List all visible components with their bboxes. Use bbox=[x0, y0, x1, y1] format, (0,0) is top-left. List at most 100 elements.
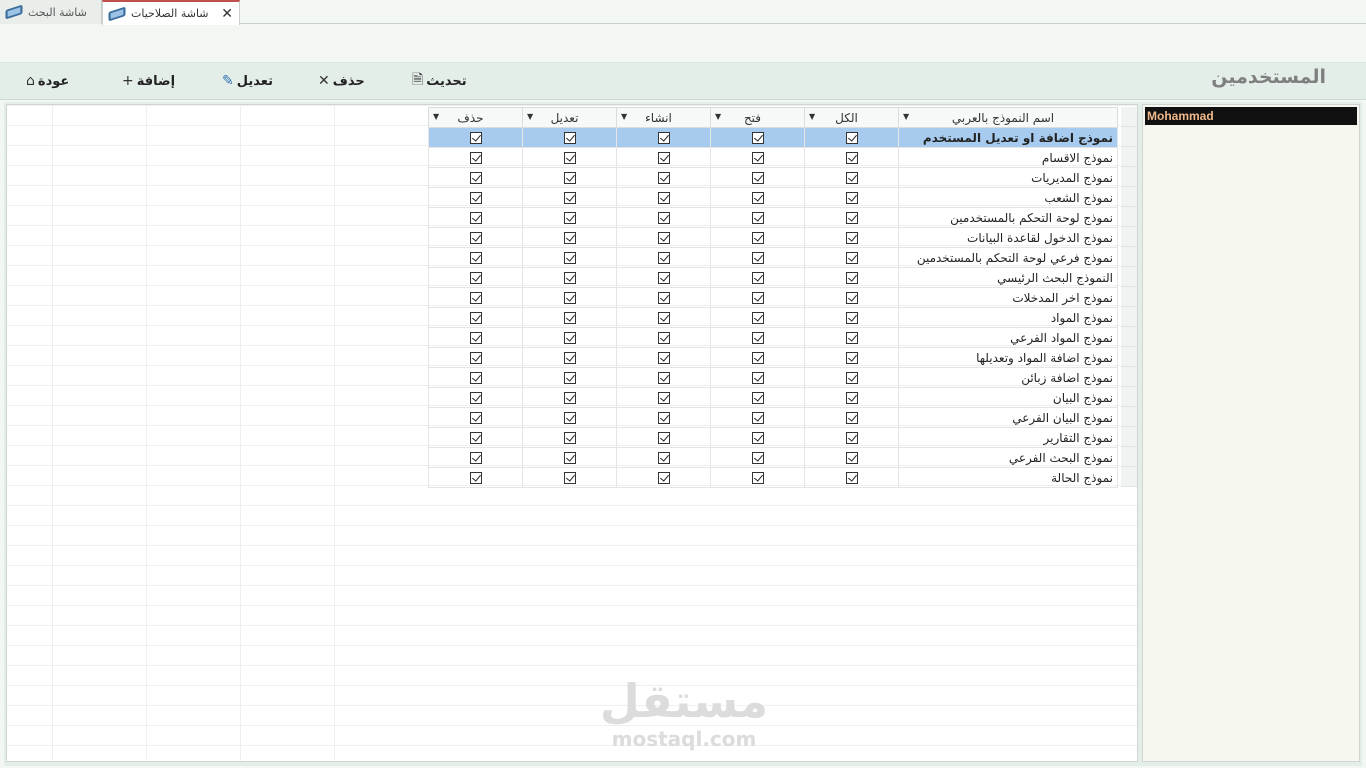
checkbox-delete[interactable] bbox=[469, 392, 482, 404]
checkbox-all[interactable] bbox=[845, 232, 858, 244]
checkbox-all[interactable] bbox=[845, 432, 858, 444]
table-row[interactable]: نموذج المديريات bbox=[428, 167, 1118, 188]
checkbox-open[interactable] bbox=[751, 152, 764, 164]
checkbox-open[interactable] bbox=[751, 312, 764, 324]
tab-permissions-screen[interactable]: شاشة الصلاحيات ✕ bbox=[102, 0, 240, 25]
checkbox-delete[interactable] bbox=[469, 212, 482, 224]
dropdown-arrow-icon[interactable]: ▼ bbox=[527, 112, 533, 121]
record-selector[interactable] bbox=[1121, 167, 1137, 187]
checkbox-open[interactable] bbox=[751, 132, 764, 144]
checkbox-all[interactable] bbox=[845, 192, 858, 204]
record-selector[interactable] bbox=[1121, 227, 1137, 247]
table-row[interactable]: نموذج لوحة التحكم بالمستخدمين bbox=[428, 207, 1118, 228]
checkbox-all[interactable] bbox=[845, 452, 858, 464]
checkbox-all[interactable] bbox=[845, 272, 858, 284]
tab-search-screen[interactable]: شاشة البحث bbox=[0, 0, 102, 24]
checkbox-create[interactable] bbox=[657, 452, 670, 464]
checkbox-all[interactable] bbox=[845, 392, 858, 404]
table-row[interactable]: نموذج البيان الفرعي bbox=[428, 407, 1118, 428]
record-selector[interactable] bbox=[1121, 387, 1137, 407]
record-selector[interactable] bbox=[1121, 287, 1137, 307]
checkbox-delete[interactable] bbox=[469, 232, 482, 244]
checkbox-open[interactable] bbox=[751, 372, 764, 384]
checkbox-all[interactable] bbox=[845, 152, 858, 164]
checkbox-create[interactable] bbox=[657, 432, 670, 444]
checkbox-all[interactable] bbox=[845, 472, 858, 484]
checkbox-delete[interactable] bbox=[469, 472, 482, 484]
record-selector[interactable] bbox=[1121, 307, 1137, 327]
delete-button[interactable]: ✕ حذف bbox=[318, 70, 365, 92]
checkbox-all[interactable] bbox=[845, 312, 858, 324]
column-header-edit[interactable]: ▼ تعديل bbox=[522, 107, 617, 128]
checkbox-edit[interactable] bbox=[563, 412, 576, 424]
checkbox-open[interactable] bbox=[751, 472, 764, 484]
checkbox-delete[interactable] bbox=[469, 152, 482, 164]
checkbox-edit[interactable] bbox=[563, 312, 576, 324]
table-row[interactable]: نموذج البيان bbox=[428, 387, 1118, 408]
table-row[interactable]: نموذج اضافة او تعديل المستخدم bbox=[428, 127, 1118, 148]
checkbox-delete[interactable] bbox=[469, 352, 482, 364]
checkbox-edit[interactable] bbox=[563, 472, 576, 484]
table-row[interactable]: نموذج فرعي لوحة التحكم بالمستخدمين bbox=[428, 247, 1118, 268]
checkbox-open[interactable] bbox=[751, 232, 764, 244]
record-selector[interactable] bbox=[1121, 207, 1137, 227]
checkbox-create[interactable] bbox=[657, 372, 670, 384]
table-row[interactable]: النموذج البحث الرئيسي bbox=[428, 267, 1118, 288]
checkbox-edit[interactable] bbox=[563, 332, 576, 344]
checkbox-edit[interactable] bbox=[563, 132, 576, 144]
checkbox-create[interactable] bbox=[657, 232, 670, 244]
checkbox-create[interactable] bbox=[657, 412, 670, 424]
table-row[interactable]: نموذج المواد bbox=[428, 307, 1118, 328]
checkbox-open[interactable] bbox=[751, 252, 764, 264]
checkbox-edit[interactable] bbox=[563, 212, 576, 224]
checkbox-delete[interactable] bbox=[469, 172, 482, 184]
checkbox-edit[interactable] bbox=[563, 392, 576, 404]
checkbox-create[interactable] bbox=[657, 352, 670, 364]
checkbox-open[interactable] bbox=[751, 192, 764, 204]
checkbox-delete[interactable] bbox=[469, 132, 482, 144]
column-header-delete[interactable]: ▼ حذف bbox=[428, 107, 523, 128]
checkbox-create[interactable] bbox=[657, 252, 670, 264]
checkbox-create[interactable] bbox=[657, 392, 670, 404]
table-row[interactable]: نموذج الحالة bbox=[428, 467, 1118, 488]
dropdown-arrow-icon[interactable]: ▼ bbox=[433, 112, 439, 121]
checkbox-delete[interactable] bbox=[469, 372, 482, 384]
record-selector[interactable] bbox=[1121, 267, 1137, 287]
checkbox-all[interactable] bbox=[845, 212, 858, 224]
record-selector[interactable] bbox=[1121, 467, 1137, 487]
checkbox-all[interactable] bbox=[845, 172, 858, 184]
checkbox-open[interactable] bbox=[751, 412, 764, 424]
record-selector[interactable] bbox=[1121, 367, 1137, 387]
checkbox-all[interactable] bbox=[845, 332, 858, 344]
checkbox-delete[interactable] bbox=[469, 412, 482, 424]
checkbox-all[interactable] bbox=[845, 372, 858, 384]
checkbox-edit[interactable] bbox=[563, 432, 576, 444]
checkbox-create[interactable] bbox=[657, 272, 670, 284]
checkbox-edit[interactable] bbox=[563, 452, 576, 464]
checkbox-edit[interactable] bbox=[563, 252, 576, 264]
permissions-grid[interactable]: ▼ حذف ▼ تعديل ▼ انشاء ▼ فتح ▼ الكل ▼ اسم النمو… bbox=[6, 104, 1138, 762]
checkbox-create[interactable] bbox=[657, 292, 670, 304]
checkbox-all[interactable] bbox=[845, 132, 858, 144]
checkbox-delete[interactable] bbox=[469, 252, 482, 264]
record-selector[interactable] bbox=[1121, 327, 1137, 347]
checkbox-edit[interactable] bbox=[563, 292, 576, 304]
record-selector[interactable] bbox=[1121, 127, 1137, 147]
column-header-name[interactable]: ▼ اسم النموذج بالعربي bbox=[898, 107, 1118, 128]
back-button[interactable]: ⌂ عودة bbox=[26, 70, 69, 92]
checkbox-create[interactable] bbox=[657, 132, 670, 144]
checkbox-open[interactable] bbox=[751, 452, 764, 464]
table-row[interactable]: نموذج الاقسام bbox=[428, 147, 1118, 168]
table-row[interactable]: نموذج التقارير bbox=[428, 427, 1118, 448]
checkbox-open[interactable] bbox=[751, 352, 764, 364]
checkbox-all[interactable] bbox=[845, 352, 858, 364]
checkbox-all[interactable] bbox=[845, 252, 858, 264]
checkbox-open[interactable] bbox=[751, 292, 764, 304]
dropdown-arrow-icon[interactable]: ▼ bbox=[621, 112, 627, 121]
column-header-open[interactable]: ▼ فتح bbox=[710, 107, 805, 128]
checkbox-edit[interactable] bbox=[563, 232, 576, 244]
table-row[interactable]: نموذج اضافة المواد وتعديلها bbox=[428, 347, 1118, 368]
table-row[interactable]: نموذج الشعب bbox=[428, 187, 1118, 208]
record-selector[interactable] bbox=[1121, 247, 1137, 267]
checkbox-open[interactable] bbox=[751, 272, 764, 284]
